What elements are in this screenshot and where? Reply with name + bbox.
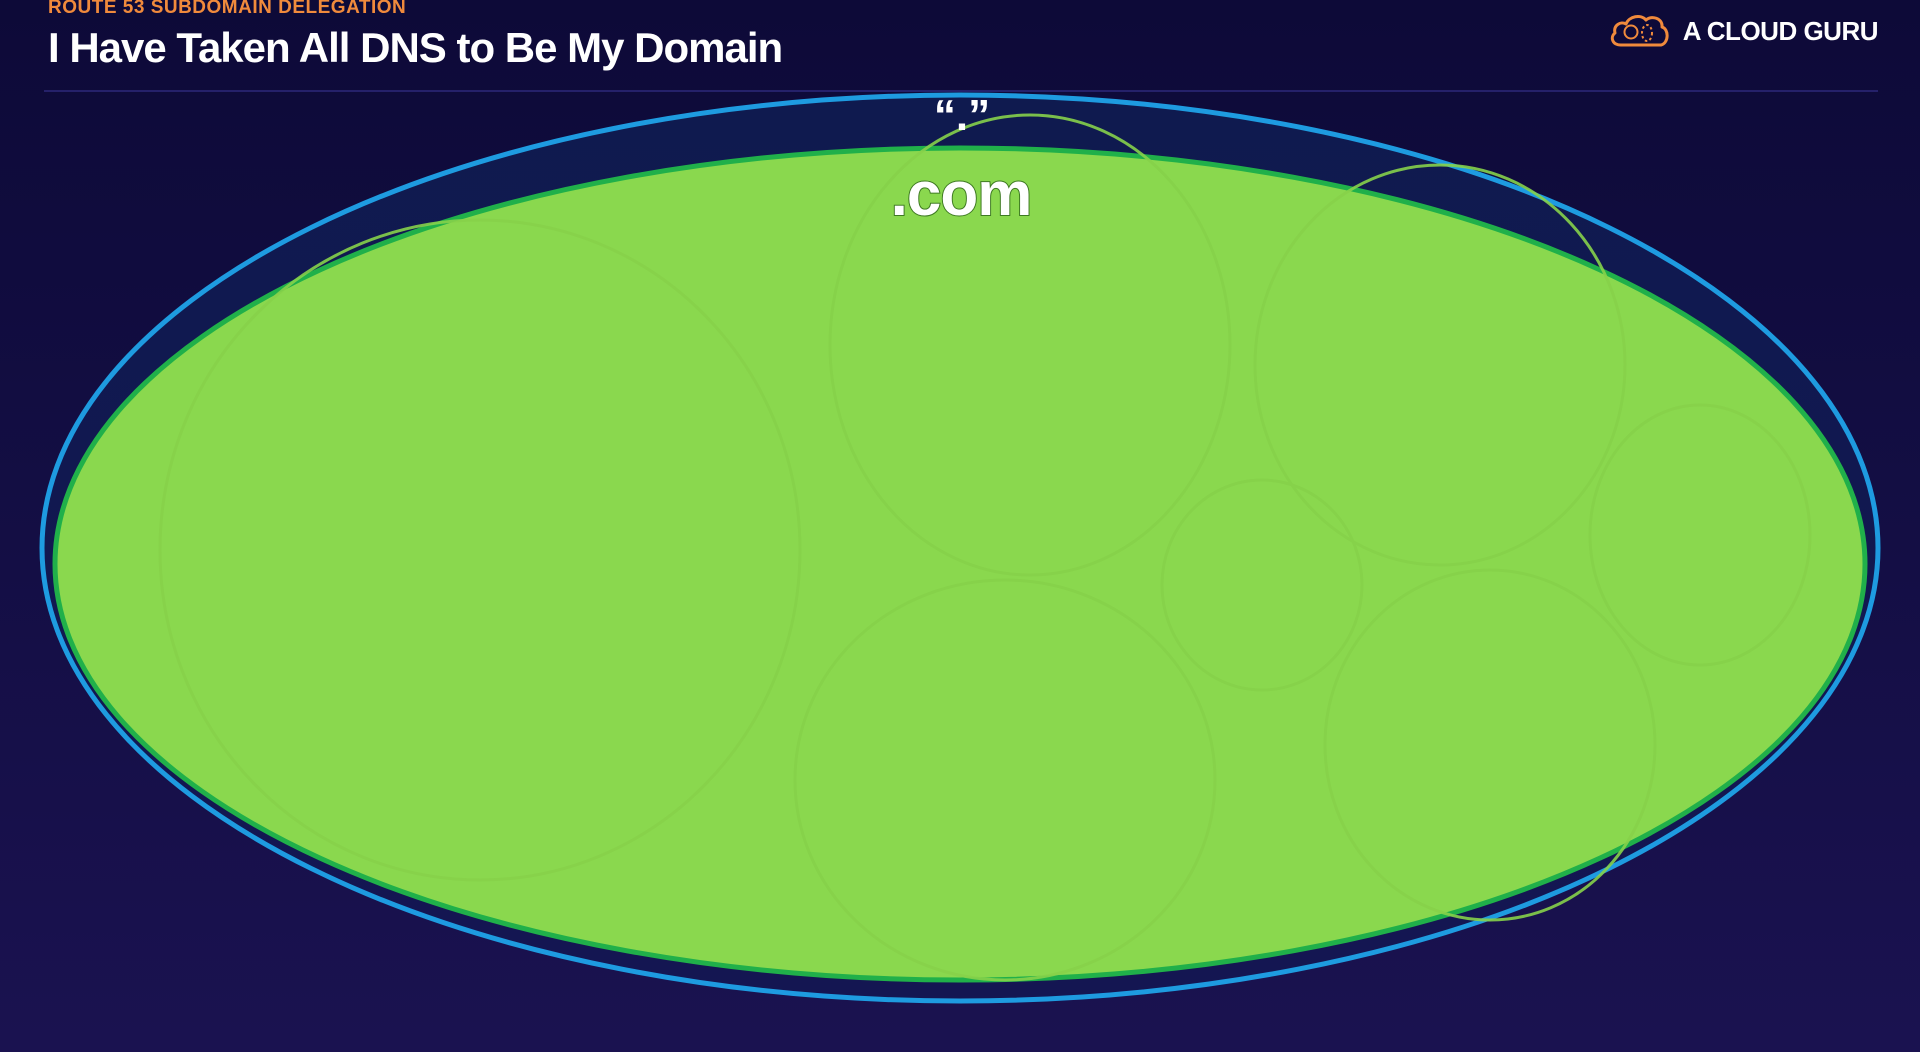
dns-hierarchy-diagram: “.” .com — [39, 91, 1881, 1004]
root-zone-label: “.” — [934, 91, 990, 140]
com-zone-label: .com — [891, 160, 1032, 229]
